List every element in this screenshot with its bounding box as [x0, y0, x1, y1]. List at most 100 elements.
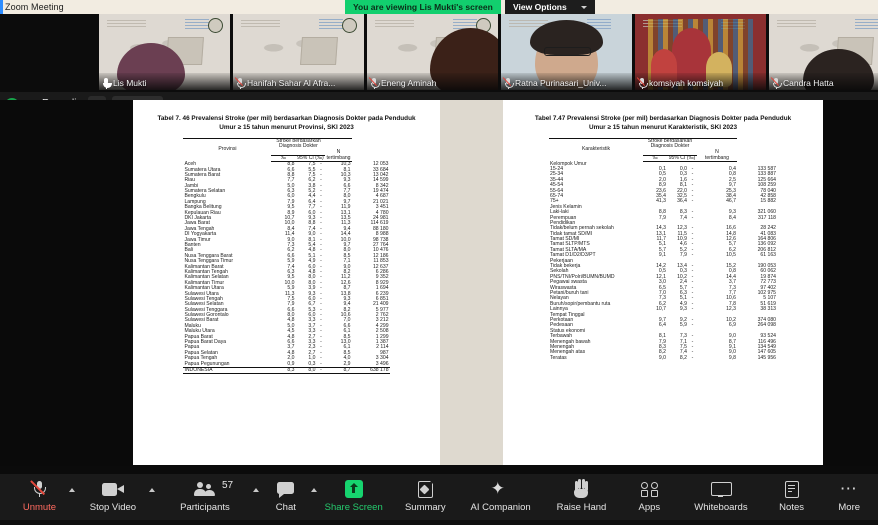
- participant-tile-3[interactable]: Eneng Aminah: [367, 14, 498, 90]
- toolbar-item-label: Apps: [638, 502, 661, 513]
- left-table-total-n: 638 178: [351, 366, 390, 375]
- microphone-icon: [102, 77, 112, 89]
- participant-tile-2[interactable]: Hanifah Sahar Al Afra...: [233, 14, 364, 90]
- right-table-row-n: 317 118: [757, 214, 776, 221]
- raise-hand-icon: [574, 478, 589, 499]
- right-col-header-ci: 95% CI (‰): [667, 154, 697, 163]
- participant-name: Ratna Purinasari_Univ...: [515, 78, 607, 88]
- right-table-row-n: 38 313: [760, 306, 776, 313]
- view-options-button[interactable]: View Options: [505, 0, 595, 14]
- apps-icon: [640, 479, 658, 499]
- chat-bubble-icon: [277, 479, 295, 499]
- toolbar-item-label: Chat: [275, 502, 296, 513]
- toolbar-unmute-button[interactable]: Unmute: [6, 474, 75, 525]
- zoom-meeting-window: Zoom Meeting You are viewing Lis Mukti's…: [0, 0, 878, 520]
- left-table-title-line1: Tabel 7. 46 Prevalensi Stroke (per mil) …: [157, 115, 416, 122]
- toolbar-summary-button[interactable]: Summary: [393, 474, 458, 525]
- toolbar-item-label: AI Companion: [470, 502, 531, 513]
- toolbar-ai-companion-button[interactable]: ✦ AI Companion: [458, 474, 544, 525]
- left-table-total-pct: 8,3: [271, 366, 296, 375]
- notes-icon: [784, 479, 799, 499]
- toolbar-item-label: Whiteboards: [694, 502, 748, 513]
- toolbar-whiteboards-button[interactable]: Whiteboards: [679, 474, 763, 525]
- zoom-logo-accent: [0, 0, 3, 14]
- microphone-muted-icon: [636, 76, 648, 89]
- toolbar-apps-button[interactable]: Apps: [620, 474, 680, 525]
- right-table-row-n: 145 956: [757, 354, 776, 361]
- meeting-toolbar: Unmute Stop Video 57 Participants Chat Share …: [0, 474, 878, 520]
- video-camera-icon: [101, 479, 124, 499]
- toolbar-share-screen-button[interactable]: Share Screen: [315, 474, 393, 525]
- toolbar-stop-video-button[interactable]: Stop Video: [73, 474, 155, 525]
- more-ellipsis-icon: ⋯: [839, 479, 859, 498]
- right-table-row-n: 61 163: [760, 252, 776, 259]
- left-table-total-ci-high: 8,7: [325, 366, 352, 375]
- left-table-title-line2: Umur ≥ 15 tahun menurut Provinsi, SKI 20…: [219, 124, 354, 132]
- microphone-muted-icon: [502, 76, 514, 89]
- chevron-down-icon: [580, 5, 587, 9]
- right-rail: [823, 200, 878, 475]
- left-col-header-name: Provinsi: [218, 146, 237, 153]
- view-options-label: View Options: [513, 2, 567, 12]
- toolbar-notes-button[interactable]: Notes: [763, 474, 821, 525]
- toolbar-item-label: Notes: [779, 502, 804, 513]
- left-table-pane: Tabel 7. 46 Prevalensi Stroke (per mil) …: [133, 100, 440, 465]
- toolbar-item-label: Share Screen: [324, 502, 383, 513]
- shared-document-slide: Tabel 7. 46 Prevalensi Stroke (per mil) …: [133, 100, 823, 465]
- right-table-row: Tamat D1/D2/D3/PT 9,1 7,9-10,5 61 163: [549, 252, 777, 259]
- participant-tile-6[interactable]: Candra Hatta: [769, 14, 878, 90]
- toolbar-item-label: More: [838, 502, 861, 513]
- participant-namebar: Hanifah Sahar Al Afra...: [233, 76, 338, 90]
- participant-namebar: Ratna Purinasari_Univ...: [501, 76, 610, 90]
- page-gutter: [440, 100, 503, 465]
- glasses-icon: [544, 47, 591, 56]
- right-col-header-group: Stroke berdasarkan Diagnosis Dokter: [647, 137, 693, 149]
- microphone-muted-icon: [770, 76, 782, 89]
- right-table-row-ci-high: 9,8: [728, 354, 736, 361]
- toolbar-item-label: Unmute: [22, 502, 57, 513]
- participants-count: 57: [221, 480, 234, 491]
- right-table-row-pct: 9,0: [658, 354, 666, 361]
- participants-icon: [193, 479, 216, 499]
- toolbar-more-button[interactable]: ⋯ More: [820, 474, 878, 525]
- left-table-total-label: INDONESIA: [183, 366, 272, 375]
- left-col-header-n1: N: [336, 148, 341, 155]
- participant-tile-5[interactable]: komsiyah komsiyah: [635, 14, 766, 90]
- summary-doc-icon: [417, 479, 434, 499]
- participant-filmstrip: Lis Mukti Hanifah Sahar Al Afra... Eneng A…: [0, 14, 878, 92]
- right-table-row-ci-low: 8,2: [679, 354, 687, 361]
- participant-name: Candra Hatta: [783, 78, 834, 88]
- participant-tile-4[interactable]: Ratna Purinasari_Univ...: [501, 14, 632, 90]
- participant-tile-1[interactable]: Lis Mukti: [99, 14, 230, 90]
- whiteboard-icon: [711, 479, 733, 499]
- right-table-row-name: Teratas: [550, 354, 567, 361]
- toolbar-item-label: Raise Hand: [556, 502, 607, 513]
- left-stat-table: Provinsi Stroke berdasarkan Diagnosis Do…: [183, 137, 390, 375]
- right-table-row: Teratas 9,0 8,2- 9,8 145 956: [549, 354, 777, 361]
- right-table-title: Tabel 7.47 Prevalensi Stroke (per mil) b…: [503, 100, 823, 133]
- toolbar-participants-button[interactable]: 57 Participants: [153, 474, 260, 525]
- participant-namebar: komsiyah komsiyah: [635, 76, 726, 90]
- ai-sparkle-icon: ✦: [490, 479, 505, 498]
- left-rail: [0, 200, 30, 475]
- participant-name: komsiyah komsiyah: [649, 78, 724, 88]
- left-table-total-row: INDONESIA 8,3 8,0-8,7 638 178: [183, 366, 390, 375]
- toolbar-chat-button[interactable]: Chat: [257, 474, 317, 525]
- toolbar-item-label: Participants: [180, 502, 230, 513]
- toolbar-raise-hand-button[interactable]: Raise Hand: [543, 474, 619, 525]
- participant-namebar: Eneng Aminah: [367, 76, 439, 90]
- shared-screen-stage: Tabel 7. 46 Prevalensi Stroke (per mil) …: [0, 100, 878, 475]
- share-screen-icon: [344, 479, 363, 499]
- left-table-total-ci-low: 8,0: [295, 366, 317, 375]
- right-table-pane: Tabel 7.47 Prevalensi Stroke (per mil) b…: [503, 100, 823, 465]
- participant-name: Lis Mukti: [113, 78, 147, 88]
- microphone-muted-icon: [30, 479, 47, 499]
- toolbar-item-label: Summary: [404, 502, 446, 513]
- participant-namebar: Candra Hatta: [769, 76, 837, 90]
- left-col-header-group: Stroke berdasarkan Diagnosis Dokter: [276, 137, 321, 149]
- right-table-title-line1: Tabel 7.47 Prevalensi Stroke (per mil) b…: [534, 115, 792, 122]
- doc-podium: [300, 36, 339, 65]
- microphone-muted-icon: [368, 76, 380, 89]
- right-table-row-n: 15 882: [760, 198, 776, 205]
- window-title: Zoom Meeting: [5, 2, 64, 12]
